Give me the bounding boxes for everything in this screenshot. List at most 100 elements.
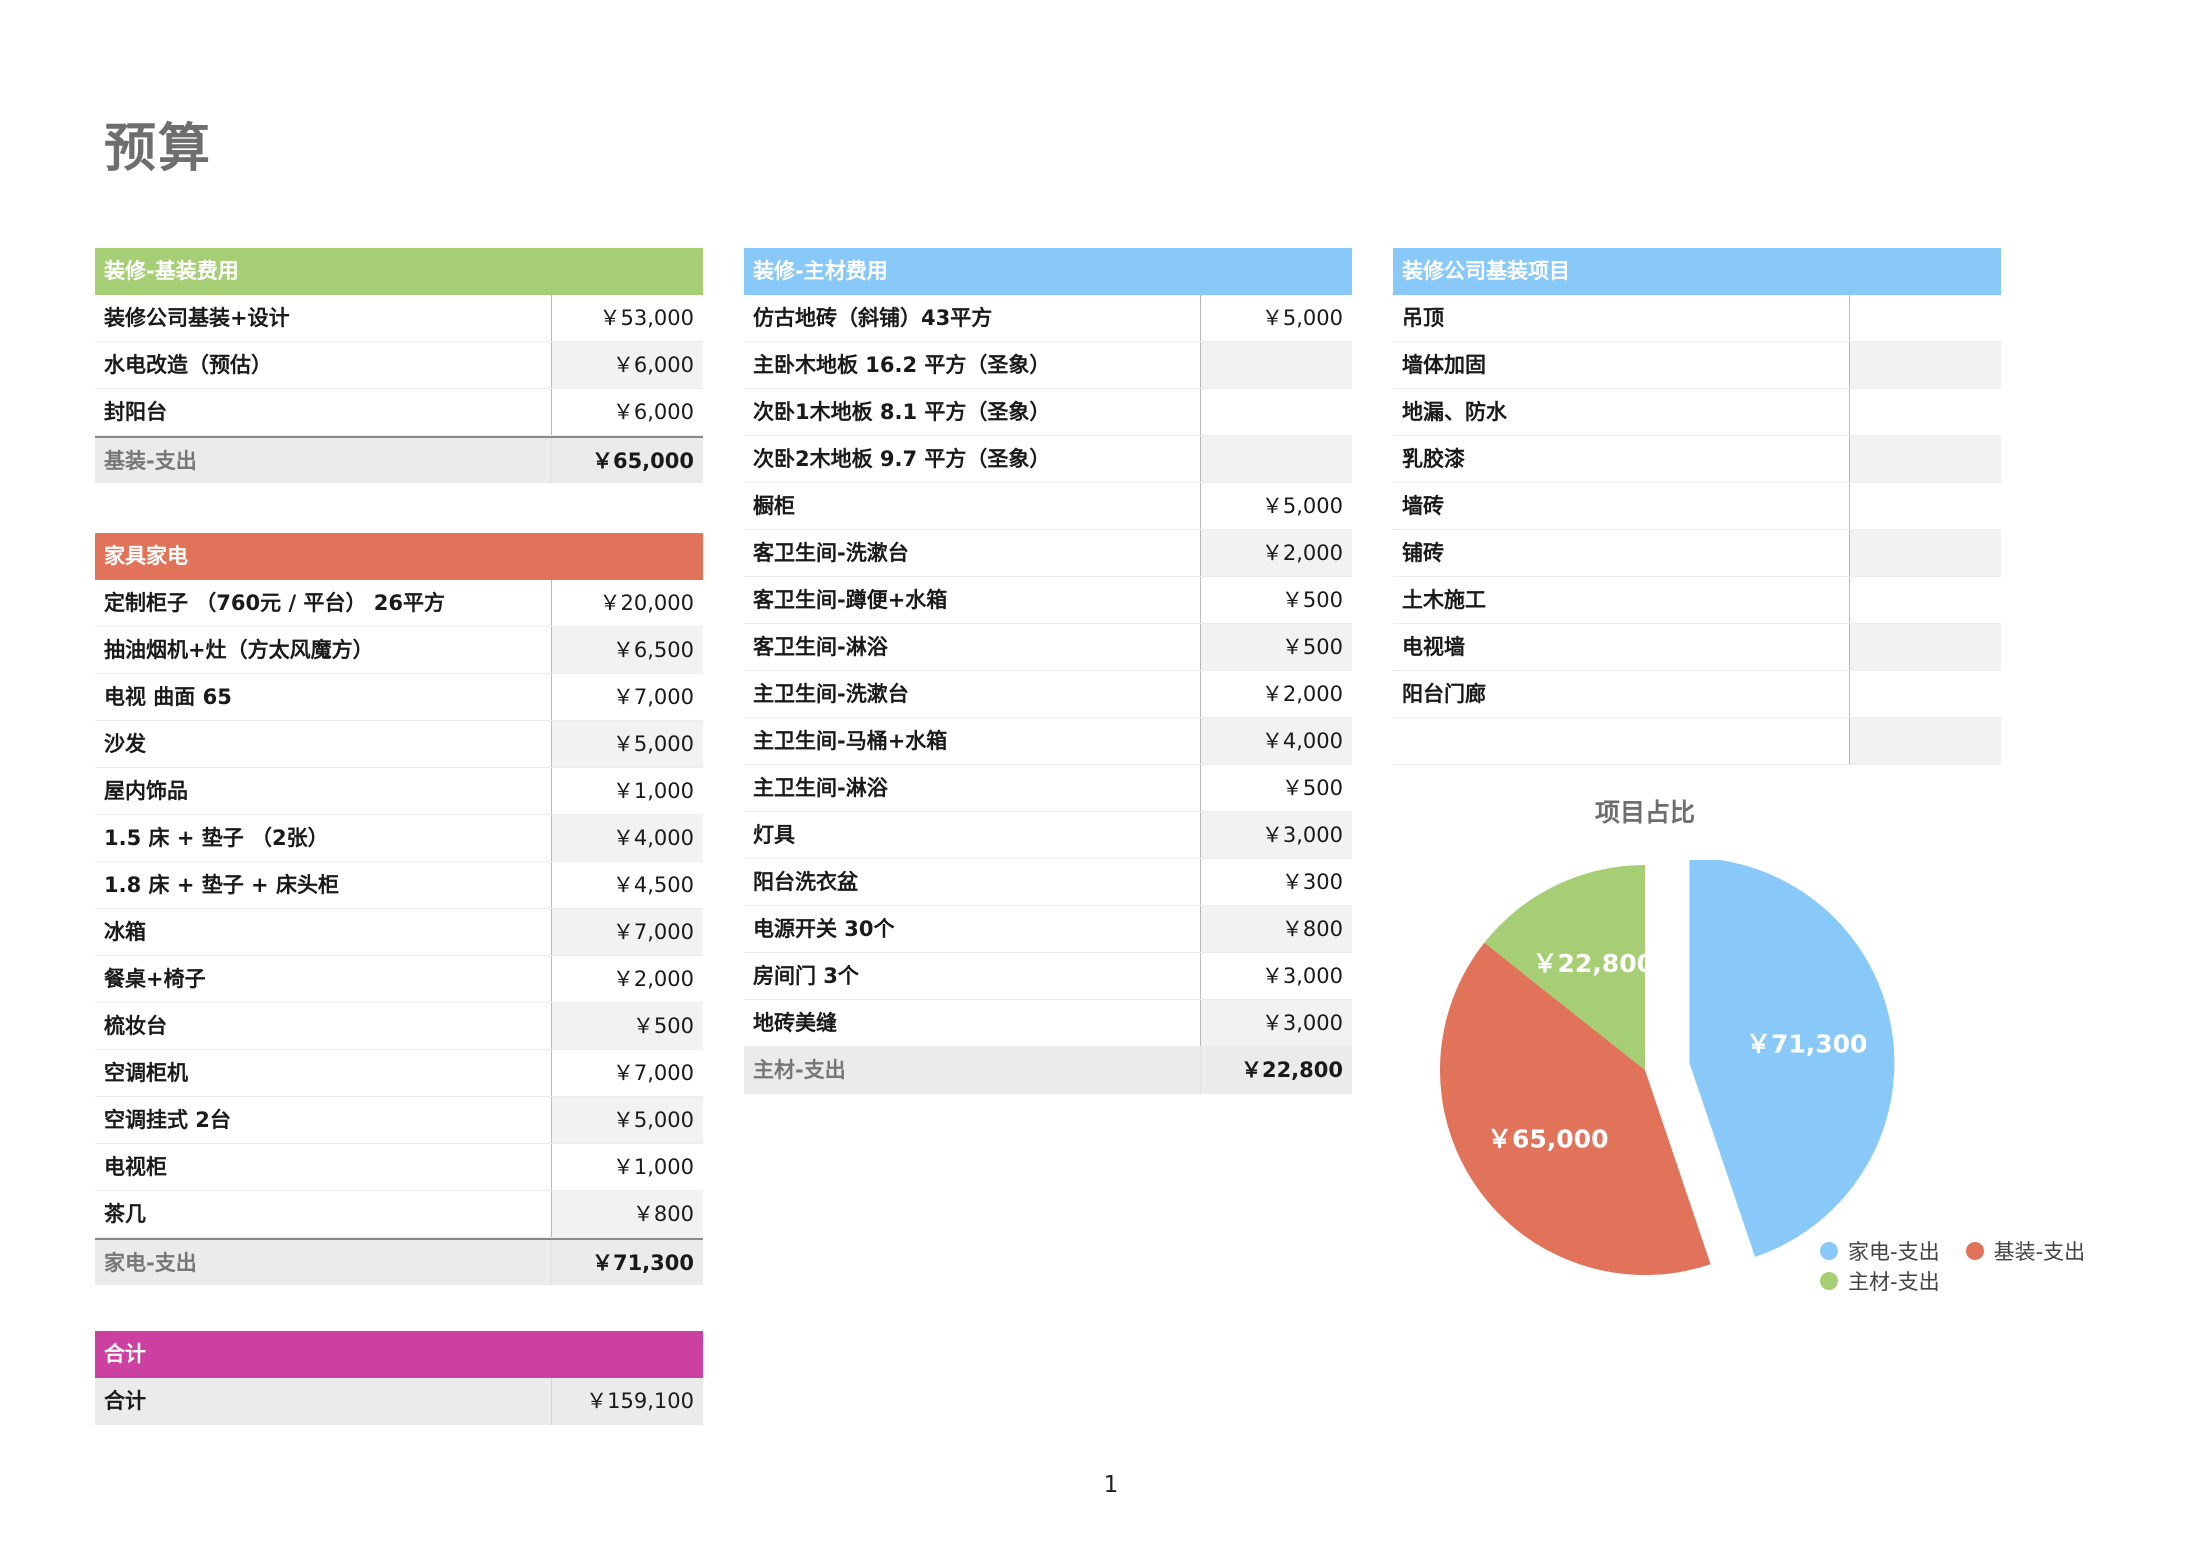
table-row: 墙砖 xyxy=(1393,483,2001,530)
item-value xyxy=(1850,436,2001,482)
item-label: 地漏、防水 xyxy=(1393,389,1850,435)
item-value: ￥500 xyxy=(1201,624,1352,670)
item-label: 屋内饰品 xyxy=(95,768,552,814)
table-row: 地砖美缝 ￥3,000 xyxy=(744,1000,1352,1047)
total-value: ￥65,000 xyxy=(591,449,694,473)
total-value: ￥22,800 xyxy=(1240,1058,1343,1082)
item-label: 房间门 3个 xyxy=(744,953,1201,999)
total-label: 主材-支出 xyxy=(744,1047,1201,1094)
item-label: 阳台门廊 xyxy=(1393,671,1850,717)
item-value xyxy=(1850,530,2001,576)
table-row: 冰箱 ￥7,000 xyxy=(95,909,703,956)
legend-label: 家电-支出 xyxy=(1848,1240,1940,1264)
item-value: ￥500 xyxy=(1281,588,1343,612)
item-label: 抽油烟机+灶（方太风魔方） xyxy=(95,627,552,673)
table-row: 电视墙 xyxy=(1393,624,2001,671)
item-value xyxy=(1201,436,1352,482)
total-value: ￥71,300 xyxy=(591,1251,694,1275)
legend-label: 主材-支出 xyxy=(1848,1270,1940,1294)
item-label xyxy=(1393,718,1850,764)
item-value: ￥7,000 xyxy=(612,1061,694,1085)
table-row: 电源开关 30个 ￥800 xyxy=(744,906,1352,953)
item-value: ￥4,000 xyxy=(1201,718,1352,764)
material-header: 装修-主材费用 xyxy=(744,248,1352,295)
table-row: 橱柜 ￥5,000 xyxy=(744,483,1352,530)
item-value xyxy=(1201,342,1352,388)
table-row: 次卧1木地板 8.1 平方（圣象） xyxy=(744,389,1352,436)
legend-swatch xyxy=(1820,1272,1838,1290)
item-label: 乳胶漆 xyxy=(1393,436,1850,482)
item-label: 茶几 xyxy=(95,1191,552,1237)
base-cost-header: 装修-基装费用 xyxy=(95,248,703,295)
table-row: 梳妆台 ￥500 xyxy=(95,1003,703,1050)
item-label: 梳妆台 xyxy=(95,1003,552,1049)
table-row: 电视 曲面 65 ￥7,000 xyxy=(95,674,703,721)
table-row: 主卫生间-洗漱台 ￥2,000 xyxy=(744,671,1352,718)
item-label: 墙砖 xyxy=(1393,483,1850,529)
pie-slice xyxy=(1689,860,1895,1257)
furniture-total-row: 家电-支出 ￥71,300 xyxy=(95,1238,703,1285)
item-label: 主卫生间-淋浴 xyxy=(744,765,1201,811)
base-total-row: 基装-支出 ￥65,000 xyxy=(95,436,703,483)
item-value: ￥3,000 xyxy=(1201,812,1352,858)
item-value: ￥7,000 xyxy=(552,909,703,955)
table-row: 抽油烟机+灶（方太风魔方） ￥6,500 xyxy=(95,627,703,674)
item-label: 墙体加固 xyxy=(1393,342,1850,388)
item-value xyxy=(1850,389,2001,435)
item-label: 封阳台 xyxy=(95,389,552,435)
table-row: 1.5 床 + 垫子 （2张） ￥4,000 xyxy=(95,815,703,862)
item-value: ￥2,000 xyxy=(1261,682,1343,706)
item-value: ￥2,000 xyxy=(1201,530,1352,576)
item-label: 电源开关 30个 xyxy=(744,906,1201,952)
pie-slice-label: ￥65,000 xyxy=(1487,1124,1608,1153)
table-row: 铺砖 xyxy=(1393,530,2001,577)
sum-label: 合计 xyxy=(95,1378,552,1425)
table-row: 客卫生间-洗漱台 ￥2,000 xyxy=(744,530,1352,577)
item-value xyxy=(1850,342,2001,388)
item-label: 空调柜机 xyxy=(95,1050,552,1096)
item-label: 水电改造（预估） xyxy=(95,342,552,388)
item-label: 主卫生间-洗漱台 xyxy=(744,671,1201,717)
pie-slice-label: ￥71,300 xyxy=(1746,1029,1867,1058)
item-label: 空调挂式 2台 xyxy=(95,1097,552,1143)
item-value: ￥500 xyxy=(1281,776,1343,800)
item-value xyxy=(1850,483,2001,529)
page-title: 预算 xyxy=(104,119,213,179)
table-row: 仿古地砖（斜铺）43平方 ￥5,000 xyxy=(744,295,1352,342)
sum-table: 合计 合计 ￥159,100 xyxy=(95,1331,703,1425)
item-value: ￥4,500 xyxy=(612,873,694,897)
item-label: 次卧1木地板 8.1 平方（圣象） xyxy=(744,389,1201,435)
item-label: 次卧2木地板 9.7 平方（圣象） xyxy=(744,436,1201,482)
table-row: 封阳台 ￥6,000 xyxy=(95,389,703,436)
table-row: 墙体加固 xyxy=(1393,342,2001,389)
item-value: ￥6,000 xyxy=(612,400,694,424)
item-label: 阳台洗衣盆 xyxy=(744,859,1201,905)
item-label: 吊顶 xyxy=(1393,295,1850,341)
table-row: 沙发 ￥5,000 xyxy=(95,721,703,768)
table-row: 房间门 3个 ￥3,000 xyxy=(744,953,1352,1000)
table-row: 主卫生间-马桶+水箱 ￥4,000 xyxy=(744,718,1352,765)
legend-item: 主材-支出 xyxy=(1820,1266,1940,1296)
furniture-table: 家具家电 定制柜子 （760元 / 平台） 26平方 ￥20,000 抽油烟机+灶（… xyxy=(95,533,703,1285)
item-value: ￥5,000 xyxy=(1261,306,1343,330)
table-row: 茶几 ￥800 xyxy=(95,1191,703,1238)
item-label: 仿古地砖（斜铺）43平方 xyxy=(744,295,1201,341)
item-label: 土木施工 xyxy=(1393,577,1850,623)
item-label: 铺砖 xyxy=(1393,530,1850,576)
legend-label: 基装-支出 xyxy=(1993,1240,2086,1264)
item-value: ￥4,000 xyxy=(552,815,703,861)
legend-swatch xyxy=(1965,1242,1984,1260)
item-value: ￥6,500 xyxy=(552,627,703,673)
sum-header: 合计 xyxy=(95,1331,703,1378)
item-label: 灯具 xyxy=(744,812,1201,858)
legend-item: 基装-支出 xyxy=(1965,1236,2086,1266)
table-row: 客卫生间-淋浴 ￥500 xyxy=(744,624,1352,671)
item-label: 定制柜子 （760元 / 平台） 26平方 xyxy=(95,580,552,626)
item-value: ￥5,000 xyxy=(552,721,703,767)
item-label: 电视 曲面 65 xyxy=(95,674,552,720)
table-row: 地漏、防水 xyxy=(1393,389,2001,436)
item-label: 电视柜 xyxy=(95,1144,552,1190)
table-row: 餐桌+椅子 ￥2,000 xyxy=(95,956,703,1003)
total-label: 家电-支出 xyxy=(95,1240,552,1285)
item-value: ￥7,000 xyxy=(612,685,694,709)
